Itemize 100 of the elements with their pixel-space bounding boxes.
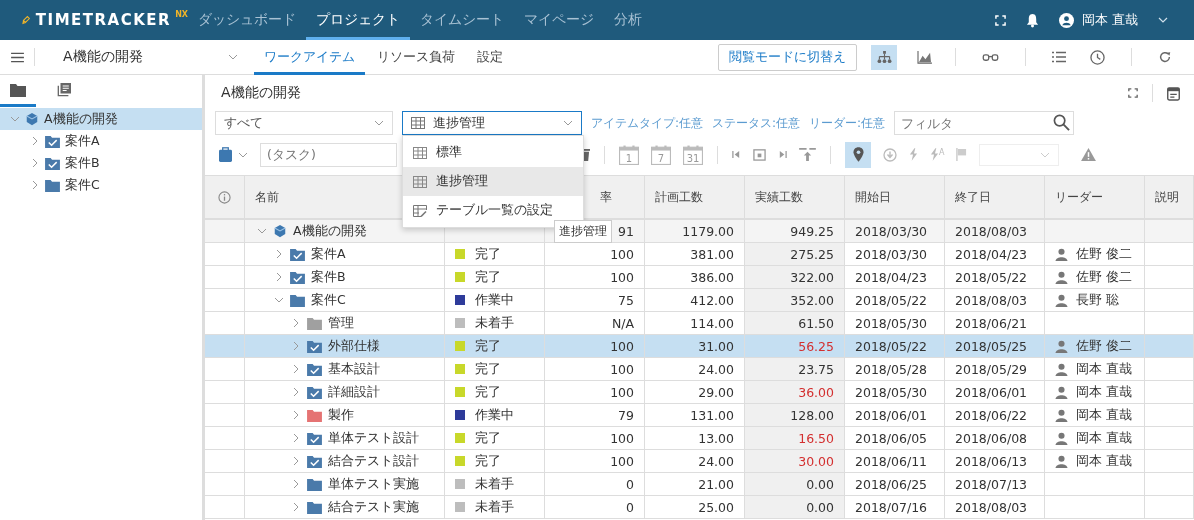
nav-tab[interactable]: ダッシュボード: [188, 0, 306, 40]
nav-tab[interactable]: プロジェクト: [306, 0, 410, 40]
chevron-right-icon[interactable]: [291, 387, 301, 397]
chevron-right-icon[interactable]: [274, 249, 284, 259]
hierarchy-view-button[interactable]: [871, 44, 897, 70]
name-cell[interactable]: 単体テスト実施: [245, 473, 445, 496]
first-icon[interactable]: [732, 150, 741, 159]
mode-switch-button[interactable]: 閲覧モードに切替え: [718, 43, 857, 71]
download-circle-icon[interactable]: [883, 147, 897, 162]
column-header[interactable]: 実績工数: [745, 176, 845, 220]
menu-item[interactable]: 標準: [403, 138, 583, 167]
chevron-right-icon[interactable]: [30, 136, 40, 146]
project-title[interactable]: A機能の開発: [63, 48, 228, 66]
name-cell[interactable]: 製作: [245, 404, 445, 427]
briefcase-icon[interactable]: [219, 147, 232, 162]
menu-item[interactable]: 進捗管理: [403, 167, 583, 196]
table-edit-icon[interactable]: [413, 204, 427, 217]
column-header[interactable]: 開始日: [845, 176, 945, 220]
project-tab[interactable]: ワークアイテム: [254, 39, 365, 75]
chevron-down-icon[interactable]: [10, 114, 20, 124]
fullscreen-icon[interactable]: [1128, 88, 1138, 98]
move-top-icon[interactable]: [799, 148, 816, 161]
chevron-right-icon[interactable]: [291, 318, 301, 328]
chevron-right-icon[interactable]: [291, 456, 301, 466]
column-header[interactable]: 計画工数: [645, 176, 745, 220]
name-cell[interactable]: 案件A: [245, 243, 445, 266]
grid-icon[interactable]: [413, 175, 427, 188]
bolt-icon[interactable]: [930, 148, 939, 161]
refresh-icon[interactable]: [1158, 50, 1172, 64]
filter-field[interactable]: フィルタ: [894, 111, 1075, 135]
caret-icon[interactable]: [563, 118, 573, 128]
folder-icon[interactable]: [10, 82, 26, 97]
pin-icon[interactable]: [852, 147, 864, 162]
table-cell: [1145, 358, 1194, 381]
name-cell[interactable]: 結合テスト設計: [245, 450, 445, 473]
tree-item[interactable]: 案件C: [0, 174, 202, 196]
name-cell[interactable]: 詳細設計: [245, 381, 445, 404]
name-cell[interactable]: 外部仕様: [245, 335, 445, 358]
table-cell: 2018/08/03: [945, 496, 1045, 519]
chevron-right-icon[interactable]: [291, 341, 301, 351]
column-header[interactable]: 説明: [1145, 176, 1194, 220]
flag-icon[interactable]: [956, 148, 968, 161]
user-avatar-icon[interactable]: [1058, 12, 1074, 28]
name-cell[interactable]: 単体テスト設計: [245, 427, 445, 450]
column-header[interactable]: リーダー: [1045, 176, 1145, 220]
tree-item[interactable]: A機能の開発: [0, 108, 202, 130]
grid-icon[interactable]: [411, 117, 425, 129]
chevron-down-icon[interactable]: [274, 295, 284, 305]
nav-tab[interactable]: マイページ: [514, 0, 604, 40]
chevron-right-icon[interactable]: [291, 364, 301, 374]
hierarchy-icon[interactable]: [876, 50, 892, 64]
caret-icon[interactable]: [228, 52, 238, 62]
grid-icon[interactable]: [413, 146, 427, 159]
search-icon[interactable]: [1053, 114, 1071, 131]
last-icon[interactable]: [778, 150, 787, 159]
tree-item[interactable]: 案件B: [0, 152, 202, 174]
name-cell[interactable]: 基本設計: [245, 358, 445, 381]
column-header[interactable]: 終了日: [945, 176, 1045, 220]
column-header[interactable]: [205, 176, 245, 220]
table-cell: 2018/08/03: [945, 289, 1045, 312]
chevron-right-icon[interactable]: [30, 180, 40, 190]
calendar-icon[interactable]: [1167, 85, 1180, 101]
project-tab[interactable]: リソース負荷: [367, 39, 465, 75]
name-cell[interactable]: 案件C: [245, 289, 445, 312]
documents-icon[interactable]: [57, 82, 71, 97]
menu-icon[interactable]: [11, 51, 24, 63]
caret-icon[interactable]: [1158, 15, 1168, 25]
nav-tab[interactable]: 分析: [604, 0, 652, 40]
list-icon[interactable]: [1052, 51, 1066, 63]
chevron-right-icon[interactable]: [291, 479, 301, 489]
pin-button[interactable]: [845, 141, 871, 168]
user-name[interactable]: 岡本 直哉: [1081, 11, 1138, 29]
bell-icon[interactable]: [1025, 12, 1039, 28]
table-cell: 2018/07/16: [845, 496, 945, 519]
chart-icon[interactable]: [916, 50, 932, 64]
chevron-right-icon[interactable]: [291, 433, 301, 443]
table-cell: 100: [545, 335, 645, 358]
warning-icon[interactable]: [1081, 148, 1097, 161]
table-cell: 36.00: [745, 381, 845, 404]
task-field[interactable]: (タスク): [260, 142, 397, 167]
chevron-right-icon[interactable]: [291, 410, 301, 420]
table-view-select[interactable]: 進捗管理: [402, 111, 582, 135]
chevron-down-icon[interactable]: [257, 226, 267, 236]
name-cell[interactable]: A機能の開発: [245, 220, 445, 243]
name-cell[interactable]: 案件B: [245, 266, 445, 289]
info-icon[interactable]: [218, 190, 231, 204]
chevron-right-icon[interactable]: [30, 158, 40, 168]
glasses-icon[interactable]: [982, 52, 999, 62]
section-title: A機能の開発: [221, 84, 301, 102]
table-cell: [1145, 335, 1194, 358]
nav-tab[interactable]: タイムシート: [410, 0, 514, 40]
name-cell[interactable]: 結合テスト実施: [245, 496, 445, 519]
tree-item[interactable]: 案件A: [0, 130, 202, 152]
caret-icon[interactable]: [374, 118, 384, 128]
bolt-icon[interactable]: [909, 148, 918, 161]
scope-select[interactable]: すべて: [215, 111, 393, 135]
chevron-right-icon[interactable]: [291, 502, 301, 512]
clock-icon[interactable]: [1090, 49, 1105, 65]
chevron-right-icon[interactable]: [274, 272, 284, 282]
project-tab[interactable]: 設定: [467, 39, 513, 75]
